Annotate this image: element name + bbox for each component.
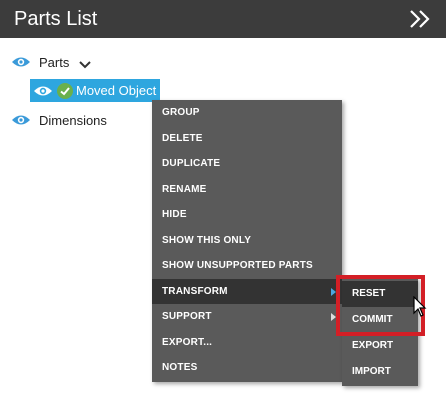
context-menu: GROUP DELETE DUPLICATE RENAME HIDE SHOW … — [152, 100, 342, 382]
menu-item-group[interactable]: GROUP — [152, 100, 342, 125]
menu-item-label: SUPPORT — [162, 311, 212, 322]
tree-item-dimensions[interactable]: Dimensions — [11, 111, 107, 129]
menu-item-support[interactable]: SUPPORT — [152, 304, 342, 329]
tree-item-label: Parts — [39, 54, 70, 70]
chevron-down-icon[interactable] — [79, 57, 92, 69]
menu-item-show-this-only[interactable]: SHOW THIS ONLY — [152, 228, 342, 253]
tree-item-label: Dimensions — [39, 112, 107, 128]
mouse-cursor-icon — [413, 295, 427, 318]
check-circle-icon — [57, 82, 73, 99]
menu-item-hide[interactable]: HIDE — [152, 202, 342, 227]
menu-item-rename[interactable]: RENAME — [152, 177, 342, 202]
panel-header: Parts List — [0, 0, 446, 38]
submenu-item-commit[interactable]: COMMIT — [342, 307, 418, 333]
menu-item-duplicate[interactable]: DUPLICATE — [152, 151, 342, 176]
eye-icon[interactable] — [33, 84, 53, 98]
transform-submenu: RESET COMMIT EXPORT IMPORT — [342, 278, 418, 386]
panel-title: Parts List — [14, 8, 98, 30]
eye-icon[interactable] — [11, 55, 31, 69]
menu-item-notes[interactable]: NOTES — [152, 355, 342, 380]
menu-item-export[interactable]: EXPORT... — [152, 330, 342, 355]
menu-item-label: TRANSFORM — [162, 285, 228, 297]
submenu-item-reset[interactable]: RESET — [342, 281, 418, 307]
submenu-item-import[interactable]: IMPORT — [342, 359, 418, 385]
menu-item-delete[interactable]: DELETE — [152, 126, 342, 151]
submenu-arrow-icon — [331, 287, 336, 296]
tree-item-label: Moved Object — [76, 83, 157, 98]
double-chevron-right-icon[interactable] — [408, 9, 432, 29]
tree-item-parts[interactable]: Parts — [11, 53, 92, 71]
tree-item-moved-object[interactable]: Moved Object — [30, 79, 161, 102]
submenu-arrow-icon — [331, 313, 336, 321]
submenu-item-export[interactable]: EXPORT — [342, 333, 418, 359]
menu-item-show-unsupported-parts[interactable]: SHOW UNSUPPORTED PARTS — [152, 253, 342, 278]
eye-icon[interactable] — [11, 113, 31, 127]
menu-item-transform[interactable]: TRANSFORM — [152, 278, 342, 304]
